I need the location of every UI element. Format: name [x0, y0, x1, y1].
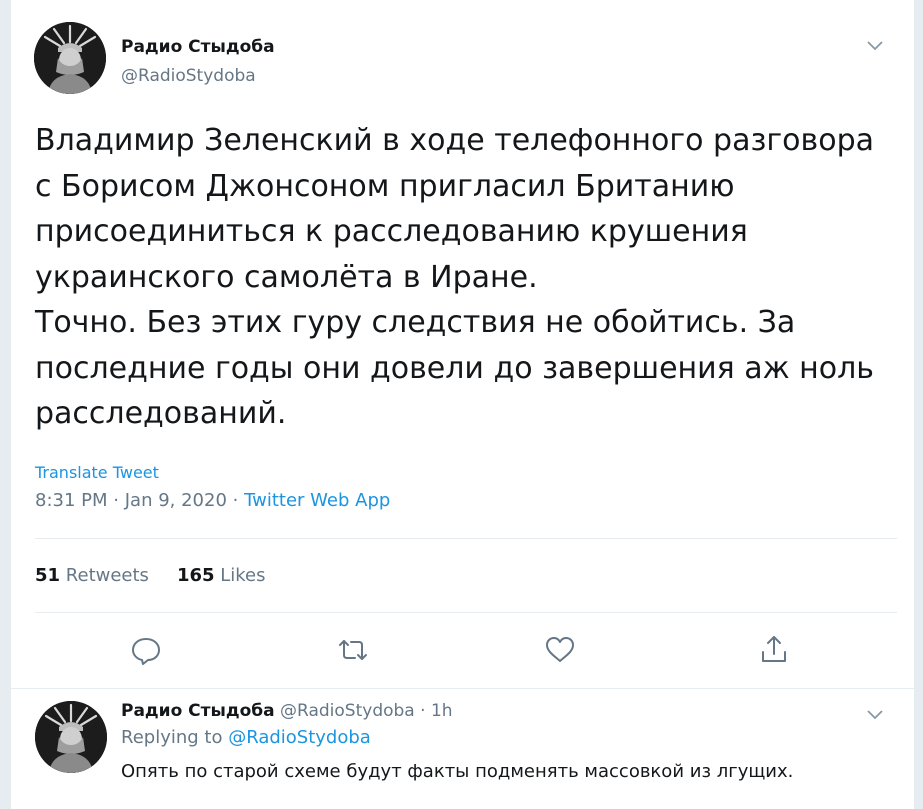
likes-label: Likes: [220, 565, 266, 586]
heart-icon[interactable]: [543, 633, 577, 667]
reply-text: Опять по старой схеме будут факты подмен…: [121, 761, 794, 782]
chevron-down-icon[interactable]: [863, 705, 887, 725]
comment-icon[interactable]: [129, 633, 163, 667]
replying-prefix: Replying to: [121, 727, 223, 748]
separator-dot: ·: [420, 701, 426, 721]
source-app-link[interactable]: Twitter Web App: [244, 490, 390, 511]
likes-stat[interactable]: 165 Likes: [177, 565, 266, 586]
avatar[interactable]: [34, 22, 106, 94]
translate-tweet-link[interactable]: Translate Tweet: [35, 463, 159, 482]
display-name[interactable]: Радио Стыдоба: [121, 37, 275, 57]
retweets-stat[interactable]: 51 Retweets: [35, 565, 149, 586]
tweet-stats: 51 Retweets 165 Likes: [35, 565, 266, 586]
tweet-time[interactable]: 8:31 PM: [35, 490, 108, 511]
reply-header: Радио Стыдоба @RadioStydoba · 1h: [121, 701, 453, 721]
tweet-age[interactable]: 1h: [431, 701, 453, 721]
user-handle[interactable]: @RadioStydoba: [121, 66, 256, 86]
user-handle[interactable]: @RadioStydoba: [280, 701, 415, 721]
replying-mention-link[interactable]: @RadioStydoba: [228, 727, 371, 748]
tweet-text: Владимир Зеленский в ходе телефонного ра…: [35, 123, 874, 431]
retweets-label: Retweets: [65, 565, 149, 586]
divider: [35, 538, 897, 539]
main-tweet: Радио Стыдоба @RadioStydoba Владимир Зел…: [11, 0, 914, 689]
chevron-down-icon[interactable]: [863, 36, 887, 56]
likes-count: 165: [176, 565, 215, 586]
divider: [35, 612, 897, 613]
retweets-count: 51: [35, 565, 61, 586]
display-name[interactable]: Радио Стыдоба: [121, 701, 275, 721]
tweet-thread: Радио Стыдоба @RadioStydoba Владимир Зел…: [10, 0, 915, 809]
replying-to: Replying to @RadioStydoba: [121, 727, 371, 748]
share-icon[interactable]: [757, 633, 791, 667]
separator-dot: ·: [113, 490, 119, 511]
reply-tweet[interactable]: Радио Стыдоба @RadioStydoba · 1h Replyin…: [11, 689, 914, 809]
tweet-metadata: 8:31 PM · Jan 9, 2020 · Twitter Web App: [35, 490, 390, 511]
separator-dot: ·: [232, 490, 239, 511]
retweet-icon[interactable]: [336, 633, 370, 667]
tweet-date[interactable]: Jan 9, 2020: [125, 490, 227, 511]
avatar[interactable]: [35, 701, 107, 773]
